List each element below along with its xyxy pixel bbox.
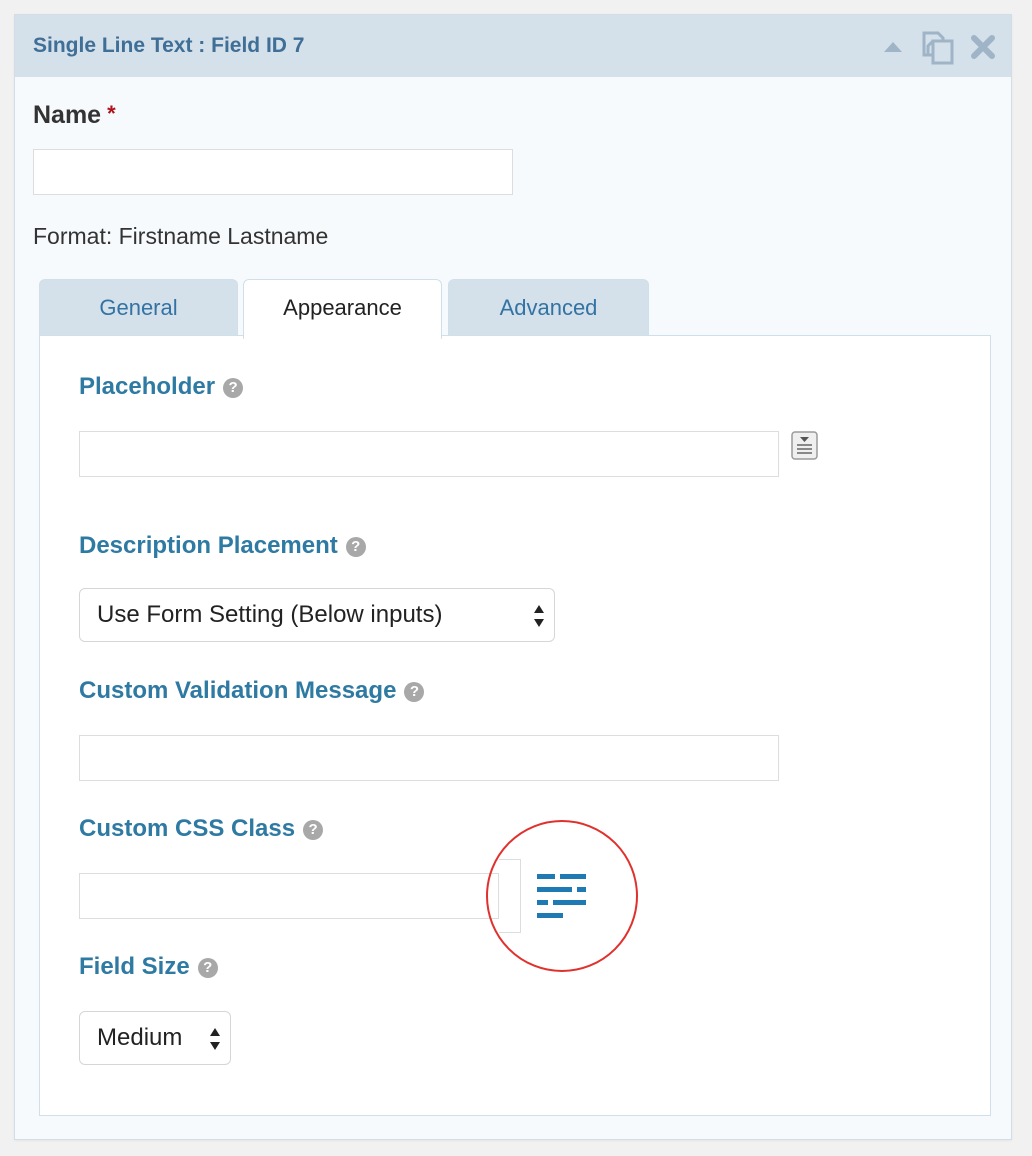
custom-validation-input[interactable] [79, 735, 779, 781]
duplicate-icon[interactable] [920, 30, 956, 66]
placeholder-label-text: Placeholder [79, 373, 216, 400]
description-placement-label-text: Description Placement [79, 532, 338, 559]
tab-advanced[interactable]: Advanced [448, 279, 649, 337]
required-asterisk: * [107, 101, 116, 126]
field-size-help-icon[interactable]: ? [197, 958, 218, 978]
merge-tag-icon[interactable] [791, 431, 818, 460]
custom-css-class-help-icon[interactable]: ? [303, 820, 324, 840]
custom-validation-help-icon[interactable]: ? [404, 682, 425, 702]
format-hint: Format: Firstname Lastname [33, 223, 329, 249]
custom-css-class-label-text: Custom CSS Class [79, 815, 296, 842]
custom-css-class-label: Custom CSS Class? [79, 815, 324, 843]
field-preview-label: Name * [33, 101, 116, 130]
description-placement-label: Description Placement? [79, 532, 366, 560]
placeholder-input[interactable] [79, 431, 779, 477]
placeholder-help-icon[interactable]: ? [223, 378, 244, 398]
appearance-tab-content: Placeholder? Description Placement? Use … [39, 335, 991, 1116]
select-arrows-icon [534, 605, 544, 627]
field-settings-panel: Single Line Text : Field ID 7 Name * Form… [14, 14, 1012, 1140]
description-placement-help-icon[interactable]: ? [345, 537, 366, 557]
field-size-label: Field Size? [79, 953, 218, 981]
placeholder-label: Placeholder? [79, 373, 244, 401]
panel-title: Single Line Text : Field ID 7 [33, 34, 305, 57]
description-placement-select[interactable]: Use Form Setting (Below inputs) [79, 588, 555, 642]
close-icon[interactable] [970, 34, 996, 60]
custom-validation-label-text: Custom Validation Message [79, 677, 397, 704]
custom-css-class-input[interactable] [79, 873, 499, 919]
collapse-arrow-icon[interactable] [883, 40, 903, 54]
name-preview-input[interactable] [33, 149, 513, 195]
field-size-value: Medium [97, 1024, 183, 1051]
field-preview-label-text: Name [33, 101, 102, 129]
custom-validation-label: Custom Validation Message? [79, 677, 425, 705]
field-size-select[interactable]: Medium [79, 1011, 231, 1065]
select-arrows-icon [210, 1028, 220, 1050]
highlight-circle [486, 820, 638, 972]
field-size-label-text: Field Size [79, 953, 190, 980]
tab-general[interactable]: General [39, 279, 238, 337]
tab-appearance[interactable]: Appearance [243, 279, 442, 339]
description-placement-value: Use Form Setting (Below inputs) [97, 601, 443, 628]
panel-header: Single Line Text : Field ID 7 [15, 15, 1011, 77]
